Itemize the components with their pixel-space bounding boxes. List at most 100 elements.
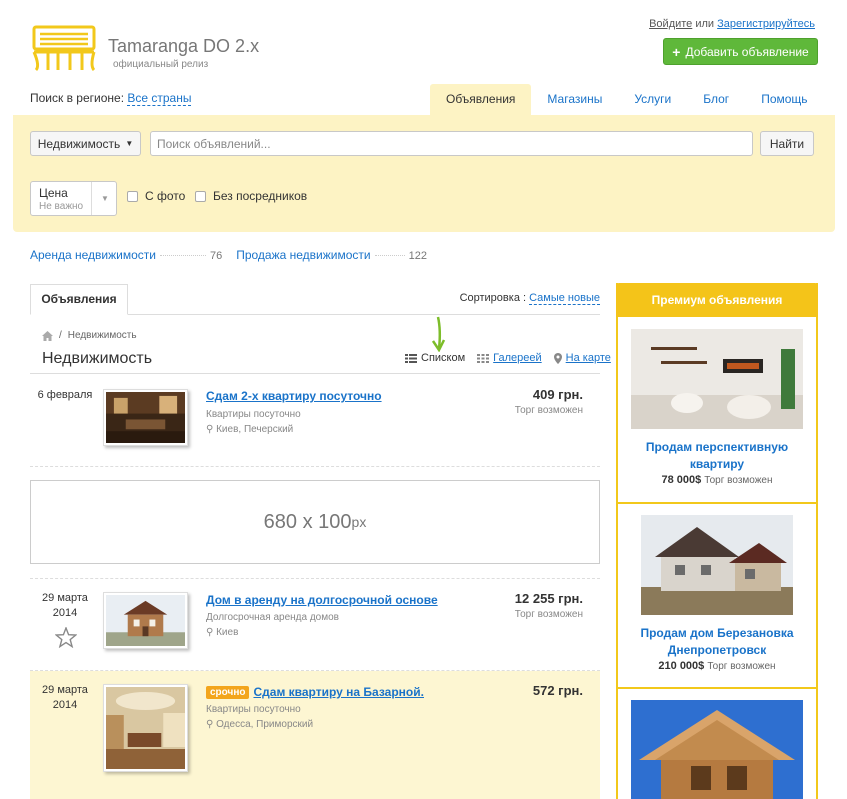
with-photo-label: С фото [145,189,186,203]
search-panel: Недвижимость ▼ Найти Цена Не важно ▼ С ф… [13,115,835,232]
listing-title[interactable]: Сдам 2-х квартиру посуточно [206,389,382,403]
listing-thumbnail[interactable] [103,389,188,446]
listing-item-highlighted: 29 марта 2014 срочно Сдам квартиру на Баз… [30,671,600,799]
listing-date-day: 29 марта [42,592,88,604]
house-photo [106,595,185,646]
listing-category: Долгосрочная аренда домов [206,612,339,623]
region-link[interactable]: Все страны [127,91,192,106]
listing-location: ⚲ Одесса, Приморский [206,719,313,730]
premium-sidebar: Продам перспективную квартиру 78 000$ То… [616,283,818,799]
view-list-label: Списком [421,352,466,364]
tab-listings[interactable]: Объявления [30,284,128,315]
site-subtitle: официальный релиз [113,59,209,70]
auth-links: Войдите или Зарегистрируйтесь [649,18,815,30]
premium-note: Торг возможен [704,475,773,486]
auth-or: или [695,18,715,30]
checkbox-box[interactable] [127,190,138,202]
listing-date-year: 2014 [52,699,78,711]
dotted-leader [159,255,206,256]
premium-photo[interactable] [631,329,803,429]
list-divider [30,466,600,467]
no-agents-checkbox[interactable]: Без посредников [195,189,307,203]
listing-price: 572 грн. [532,683,583,698]
listing-haggle: Торг возможен [514,405,583,416]
view-gallery[interactable]: Галерeей [477,352,542,364]
listing-item: 6 февраля Сдам 2-х квартиру посуточно Кв… [30,374,600,466]
checkbox-box[interactable] [195,190,206,202]
premium-note: Торг возможен [707,661,776,672]
category-link-sale[interactable]: Продажа недвижимости [236,248,370,262]
view-list[interactable]: Списком [405,352,465,364]
arrow-down-icon [432,316,446,352]
nav-item-shops[interactable]: Магазины [531,84,618,115]
register-link[interactable]: Зарегистрируйтесь [717,18,815,30]
listing-item: 29 марта 2014 Дом в аренду на долгосрочн… [30,579,600,670]
view-map-label[interactable]: На карте [566,352,611,364]
view-gallery-label[interactable]: Галерeей [493,352,542,364]
plus-icon: + [672,43,681,60]
banner-unit: px [351,514,367,530]
view-map[interactable]: На карте [553,352,611,364]
favorite-star-icon[interactable] [55,627,77,648]
premium-photo[interactable] [641,515,793,615]
map-marker-icon: ⚲ [206,424,214,435]
premium-price: 78 000$ [661,474,702,486]
nav-item-listings[interactable]: Объявления [430,84,532,115]
home-icon[interactable] [42,330,53,341]
site-logo[interactable] [30,24,100,72]
category-count: 76 [209,250,223,262]
listing-thumbnail[interactable] [103,684,188,772]
nav-item-help[interactable]: Помощь [745,84,823,115]
premium-photo[interactable] [631,700,803,799]
dotted-leader [374,255,405,256]
listing-price: 12 255 грн. [514,591,583,606]
category-dropdown[interactable]: Недвижимость ▼ [30,131,141,156]
category-dropdown-label: Недвижимость [37,136,121,151]
wooden-house-photo [631,700,803,799]
listing-category: Квартиры посуточно [206,409,301,420]
premium-divider [618,687,816,689]
site-title: Tamaranga DO 2.x [108,36,260,56]
ad-banner-placeholder[interactable]: 680 x 100 px [30,480,600,564]
urgent-badge: срочно [206,686,250,699]
nav-item-services[interactable]: Услуги [618,84,687,115]
premium-title[interactable]: Продам дом Березановка Днепропетровск [618,625,816,659]
premium-heading: Премиум объявления [616,283,818,317]
interior-photo [106,392,185,443]
main-nav: Объявления Магазины Услуги Блог Помощь [430,84,824,115]
sort-dropdown[interactable]: Самые новые [529,292,600,305]
listing-thumbnail[interactable] [103,592,188,649]
price-divider [91,182,92,215]
apartment-photo [106,687,185,769]
category-link-rent[interactable]: Аренда недвижимости [30,248,156,262]
premium-divider [618,502,816,504]
premium-item: Продам перспективную квартиру 78 000$ То… [618,329,816,486]
listing-haggle: Торг возможен [514,609,583,620]
find-button[interactable]: Найти [760,131,814,156]
grid-view-icon [477,353,490,363]
with-photo-checkbox[interactable]: С фото [127,189,185,203]
listing-title[interactable]: Сдам квартиру на Базарной. [253,685,423,699]
living-room-photo [631,329,803,429]
price-value: Не важно [39,201,84,212]
premium-title[interactable]: Продам перспективную квартиру [618,439,816,473]
search-input[interactable] [150,131,753,156]
caret-down-icon: ▼ [125,139,134,148]
no-agents-label: Без посредников [213,189,308,203]
listing-date: 29 марта 2014 [30,591,100,621]
price-select[interactable]: Цена Не важно ▼ [30,181,117,216]
view-switcher: Списком Галерeей На карте [405,352,611,364]
listing-date: 29 марта 2014 [30,683,100,713]
listing-location-text: Одесса, Приморский [216,719,314,730]
category-link-item: Продажа недвижимости 122 [236,248,427,262]
premium-price-row: 78 000$ Торг возможен [618,474,816,486]
nav-item-blog[interactable]: Блог [687,84,745,115]
login-link[interactable]: Войдите [649,18,692,30]
listing-location-text: Киев, Печерский [216,424,294,435]
add-listing-button[interactable]: + Добавить объявление [663,38,818,65]
add-listing-label: Добавить объявление [685,44,809,59]
listing-title-row: срочно Сдам квартиру на Базарной. [206,685,424,699]
map-marker-icon [553,352,562,364]
breadcrumb-current: Недвижимость [67,330,137,341]
listing-title[interactable]: Дом в аренду на долгосрочной основе [206,593,438,607]
